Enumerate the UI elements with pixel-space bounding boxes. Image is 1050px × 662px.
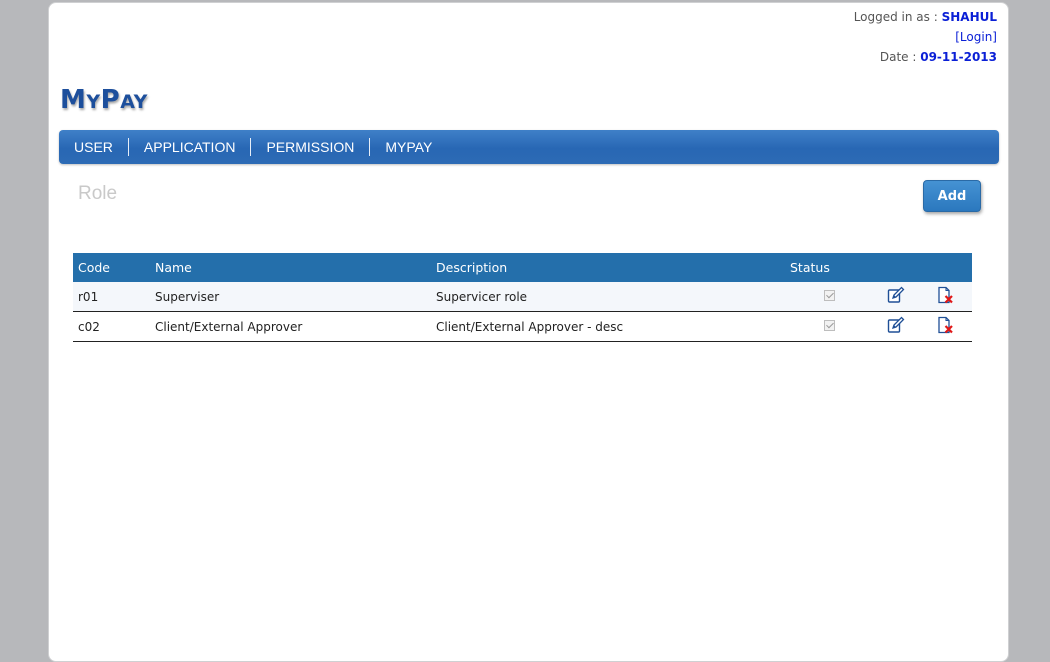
- nav-item-permission[interactable]: PERMISSION: [251, 138, 371, 156]
- delete-icon[interactable]: [936, 316, 954, 334]
- cell-status: [785, 282, 874, 312]
- add-button[interactable]: Add: [923, 180, 981, 212]
- roles-table: Code Name Description Status r01 Supervi…: [73, 253, 972, 342]
- date-label: Date :: [879, 50, 921, 64]
- delete-icon[interactable]: [936, 286, 954, 304]
- logged-in-label: Logged in as :: [853, 10, 942, 24]
- status-checkbox: [824, 289, 835, 301]
- column-header-name: Name: [150, 253, 431, 282]
- column-header-status: Status: [785, 253, 874, 282]
- edit-icon[interactable]: [887, 286, 905, 304]
- date-value: 09-11-2013: [920, 50, 997, 64]
- status-checkbox: [824, 319, 835, 331]
- edit-icon[interactable]: [887, 316, 905, 334]
- cell-delete: [918, 282, 972, 312]
- column-header-edit: [874, 253, 918, 282]
- column-header-code: Code: [73, 253, 150, 282]
- nav-item-application[interactable]: APPLICATION: [129, 138, 252, 156]
- cell-edit: [874, 311, 918, 342]
- cell-edit: [874, 282, 918, 312]
- cell-name: Superviser: [150, 282, 431, 312]
- app-logo: MYPAY: [60, 85, 148, 115]
- logged-in-line: Logged in as : SHAHUL: [854, 7, 997, 27]
- nav-item-user[interactable]: USER: [59, 138, 129, 156]
- nav-item-mypay[interactable]: MYPAY: [370, 138, 447, 156]
- column-header-delete: [918, 253, 972, 282]
- date-line: Date : 09-11-2013: [854, 47, 997, 67]
- login-info: Logged in as : SHAHUL [Login] Date : 09-…: [854, 7, 997, 67]
- login-link[interactable]: [Login]: [955, 30, 997, 44]
- login-line: [Login]: [854, 27, 997, 47]
- page-container: Logged in as : SHAHUL [Login] Date : 09-…: [48, 2, 1009, 662]
- username: SHAHUL: [941, 10, 997, 24]
- cell-code: r01: [73, 282, 150, 312]
- column-header-description: Description: [431, 253, 785, 282]
- main-nav: USER APPLICATION PERMISSION MYPAY: [59, 130, 999, 164]
- cell-description: Supervicer role: [431, 282, 785, 312]
- cell-delete: [918, 311, 972, 342]
- cell-description: Client/External Approver - desc: [431, 311, 785, 342]
- cell-status: [785, 311, 874, 342]
- page-title: Role: [78, 183, 118, 204]
- table-row: c02 Client/External Approver Client/Exte…: [73, 311, 972, 342]
- cell-name: Client/External Approver: [150, 311, 431, 342]
- table-header-row: Code Name Description Status: [73, 253, 972, 282]
- cell-code: c02: [73, 311, 150, 342]
- table-row: r01 Superviser Supervicer role: [73, 282, 972, 312]
